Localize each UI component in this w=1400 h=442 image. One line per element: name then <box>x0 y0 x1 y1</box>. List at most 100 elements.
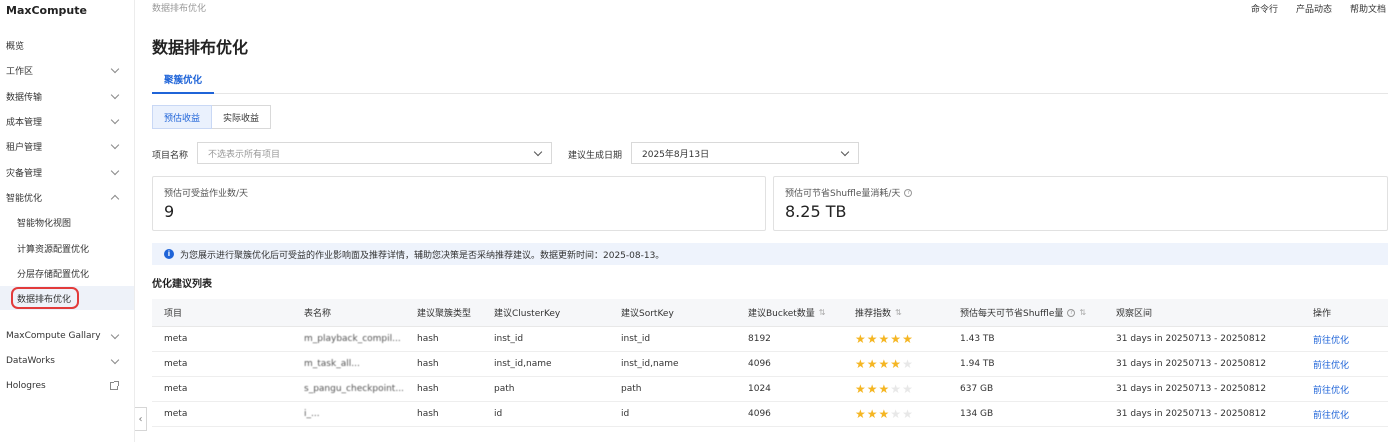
goto-optimize-link[interactable]: 前往优化 <box>1313 327 1349 351</box>
cell-recommend-stars: ★ ★ ★ ★ ★ <box>855 352 913 376</box>
star-icon: ★ <box>866 332 878 346</box>
segment-estimated-benefit[interactable]: 预估收益 <box>152 105 213 129</box>
cell-sort-key: id <box>621 409 630 419</box>
star-icon: ★ <box>866 407 878 421</box>
column-header-label: 预估每天可节省Shuffle量 <box>960 309 1064 319</box>
cell-table-name: i_... <box>304 409 320 419</box>
sidebar-item-hologres[interactable]: Hologres <box>0 374 134 398</box>
section-title: 优化建议列表 <box>152 279 212 290</box>
segment-actual-benefit[interactable]: 实际收益 <box>212 105 272 129</box>
star-icon: ★ <box>855 407 866 421</box>
goto-optimize-link[interactable]: 前往优化 <box>1313 402 1349 426</box>
link-command-line[interactable]: 命令行 <box>1251 2 1278 15</box>
star-rating: ★ ★ ★ ★ ★ <box>855 383 913 395</box>
sidebar-item-tenant[interactable]: 租户管理 <box>0 134 134 158</box>
sidebar-item-disaster-recovery[interactable]: 灾备管理 <box>0 160 134 184</box>
cell-table-name: m_playback_compil... <box>304 334 401 344</box>
column-header-recommend[interactable]: 推荐指数 ⇅ <box>855 299 902 326</box>
chevron-down-icon <box>110 355 120 364</box>
sidebar-item-dataworks[interactable]: DataWorks <box>0 349 134 373</box>
star-icon: ★ <box>902 407 913 421</box>
cell-project: meta <box>164 409 188 419</box>
column-header-bucket[interactable]: 建议Bucket数量 ⇅ <box>748 299 826 326</box>
sidebar-collapse-button[interactable]: ‹ <box>135 407 147 431</box>
cell-bucket: 4096 <box>748 409 771 419</box>
column-header-shuffle[interactable]: 预估每天可节省Shuffle量 ? ⇅ <box>960 299 1086 326</box>
sidebar-item-compute-resource[interactable]: 计算资源配置优化 <box>0 236 134 260</box>
goto-optimize-link[interactable]: 前往优化 <box>1313 377 1349 401</box>
chevron-down-icon <box>110 166 120 175</box>
date-select[interactable]: 2025年8月13日 <box>631 142 859 164</box>
help-icon[interactable]: ? <box>904 188 913 197</box>
cell-sort-key: path <box>621 384 642 394</box>
sidebar-item-smart-optimization[interactable]: 智能优化 <box>0 185 134 209</box>
cell-sort-key: inst_id <box>621 334 651 344</box>
link-help-docs[interactable]: 帮助文档 <box>1350 2 1386 15</box>
card-label: 预估可受益作业数/天 <box>164 186 248 199</box>
chevron-left-icon: ‹ <box>138 413 143 425</box>
cell-project: meta <box>164 384 188 394</box>
sidebar-item-workspace[interactable]: 工作区 <box>0 58 134 82</box>
sidebar-item-materialized-view[interactable]: 智能物化视图 <box>0 210 134 234</box>
sidebar-item-overview[interactable]: 概览 <box>0 33 134 57</box>
column-header-cluster-key: 建议ClusterKey <box>494 309 561 319</box>
card-label-text: 预估可节省Shuffle量消耗/天 <box>785 189 901 199</box>
goto-optimize-link[interactable]: 前往优化 <box>1313 352 1349 376</box>
sidebar-item-tiered-storage[interactable]: 分层存储配置优化 <box>0 261 134 285</box>
card-label: 预估可节省Shuffle量消耗/天 ? <box>785 186 913 199</box>
star-icon: ★ <box>890 357 902 371</box>
chevron-down-icon <box>110 115 120 124</box>
date-select-value: 2025年8月13日 <box>642 149 710 160</box>
info-banner: i 为您展示进行聚簇优化后可受益的作业影响面及推荐详情，辅助您决策是否采纳推荐建… <box>152 243 1388 265</box>
cell-cluster-type: hash <box>417 334 439 344</box>
tab-cluster-optimization[interactable]: 聚簇优化 <box>152 66 214 94</box>
cell-range: 31 days in 20250713 - 20250812 <box>1116 359 1267 369</box>
cell-bucket: 8192 <box>748 334 771 344</box>
sidebar-item-label: 租户管理 <box>6 142 43 153</box>
star-rating: ★ ★ ★ ★ ★ <box>855 408 913 420</box>
sidebar-item-data-transfer[interactable]: 数据传输 <box>0 84 134 108</box>
breadcrumb[interactable]: 数据排布优化 <box>152 1 206 14</box>
sidebar-item-label: 工作区 <box>6 66 34 77</box>
table-body: meta m_playback_compil... hash inst_id inst_… <box>152 327 1388 427</box>
cell-bucket: 4096 <box>748 359 771 369</box>
star-icon: ★ <box>866 382 878 396</box>
column-header-label: 建议Bucket数量 <box>748 309 815 319</box>
sidebar-item-maxcompute-gallary[interactable]: MaxCompute Gallary <box>0 324 134 348</box>
sidebar-item-label: Hologres <box>6 381 46 391</box>
highlight-annotation <box>11 287 79 309</box>
card-benefit-jobs: 预估可受益作业数/天 9 <box>152 176 766 231</box>
cell-range: 31 days in 20250713 - 20250812 <box>1116 334 1267 344</box>
column-header-cluster-type: 建议聚簇类型 <box>417 309 472 319</box>
chevron-down-icon <box>110 90 120 99</box>
sidebar-item-cost[interactable]: 成本管理 <box>0 109 134 133</box>
cell-recommend-stars: ★ ★ ★ ★ ★ <box>855 327 913 351</box>
cell-table-name: m_task_all... <box>304 359 360 369</box>
sort-icon[interactable]: ⇅ <box>895 308 902 317</box>
sort-icon[interactable]: ⇅ <box>1079 308 1086 317</box>
top-links: 命令行 产品动态 帮助文档 <box>1251 2 1386 15</box>
help-icon[interactable]: ? <box>1067 308 1076 317</box>
benefit-segmented-control: 预估收益 实际收益 <box>152 105 272 129</box>
star-icon: ★ <box>890 407 902 421</box>
cell-shuffle: 637 GB <box>960 384 994 394</box>
column-header-project: 项目 <box>164 309 183 319</box>
sidebar-item-label: 成本管理 <box>6 117 43 128</box>
date-filter-label: 建议生成日期 <box>568 151 623 161</box>
chevron-down-icon <box>110 64 120 73</box>
info-text: 为您展示进行聚簇优化后可受益的作业影响面及推荐详情，辅助您决策是否采纳推荐建议。… <box>180 250 665 261</box>
cell-cluster-type: hash <box>417 384 439 394</box>
cell-range: 31 days in 20250713 - 20250812 <box>1116 384 1267 394</box>
star-icon: ★ <box>855 382 866 396</box>
cell-recommend-stars: ★ ★ ★ ★ ★ <box>855 377 913 401</box>
column-header-table-name: 表名称 <box>304 309 332 319</box>
sidebar: MaxCompute 概览 工作区 数据传输 成本管理 租户管理 灾备管理 智能… <box>0 0 135 442</box>
cell-table-name: s_pangu_checkpoint... <box>304 384 404 394</box>
project-select[interactable]: 不选表示所有项目 <box>197 142 552 164</box>
link-product-news[interactable]: 产品动态 <box>1296 2 1332 15</box>
column-header-sort-key: 建议SortKey <box>621 309 674 319</box>
table-row: meta m_playback_compil... hash inst_id inst_… <box>152 327 1388 352</box>
table-header: 项目 表名称 建议聚簇类型 建议ClusterKey 建议SortKey 建议B… <box>152 299 1388 327</box>
table-row: meta s_pangu_checkpoint... hash path path 102… <box>152 377 1388 402</box>
sort-icon[interactable]: ⇅ <box>819 308 826 317</box>
